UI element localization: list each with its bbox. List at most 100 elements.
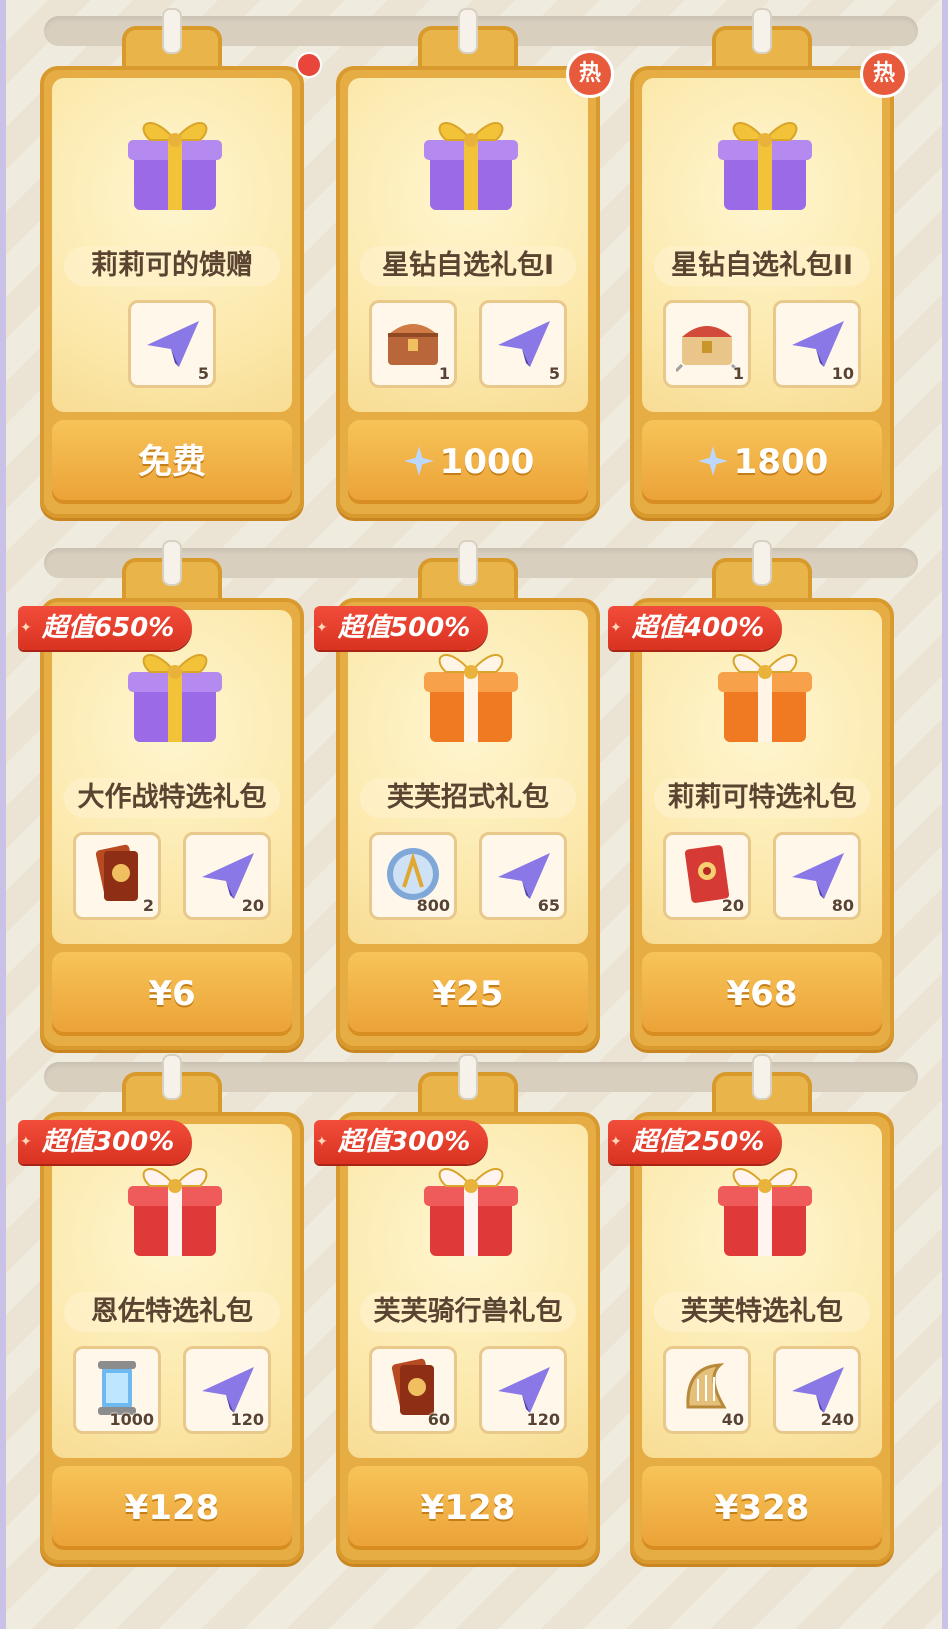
gift-box-icon	[416, 106, 526, 216]
buy-button[interactable]: ¥6	[52, 952, 292, 1036]
card-frame: 星钻自选礼包II 1 10 1800	[630, 66, 894, 518]
hanger-clip	[162, 540, 182, 586]
buy-button[interactable]: 免费	[52, 420, 292, 504]
reward-item[interactable]: 20	[663, 832, 751, 920]
buy-button[interactable]: ¥68	[642, 952, 882, 1036]
treasure-chest-icon	[388, 324, 438, 365]
value-ribbon: 超值650%	[18, 606, 193, 650]
notification-dot	[296, 52, 322, 78]
paper-plane-icon	[147, 321, 199, 367]
card-inner: 芙芙特选礼包 40 240	[642, 1124, 882, 1458]
gift-box-icon	[710, 1152, 820, 1262]
buy-button[interactable]: ¥25	[348, 952, 588, 1036]
card-inner: 星钻自选礼包II 1 10	[642, 78, 882, 412]
card-inner: 星钻自选礼包I 1 5	[348, 78, 588, 412]
gift-box-icon	[416, 638, 526, 748]
value-ribbon: 超值300%	[18, 1120, 193, 1164]
item-quantity: 1	[438, 364, 450, 383]
shop-page: 莉莉可的馈赠 5 免费 星钻自选礼包I 1 5 1000 热 星钻自选礼包II 1 10 1800…	[0, 0, 948, 1629]
hanger-clip	[458, 8, 478, 54]
hanger-clip	[752, 540, 772, 586]
card-inner: 芙芙招式礼包 800 65	[348, 610, 588, 944]
paper-plane-icon	[498, 321, 550, 367]
reward-item[interactable]: 20	[183, 832, 271, 920]
reward-item[interactable]: 120	[183, 1346, 271, 1434]
buy-button[interactable]: ¥328	[642, 1466, 882, 1550]
reward-item[interactable]: 800	[369, 832, 457, 920]
item-quantity: 65	[537, 896, 560, 915]
gift-pack-card[interactable]: 星钻自选礼包II 1 10 1800 热	[630, 8, 908, 518]
item-quantity: 120	[526, 1410, 560, 1429]
item-quantity: 5	[197, 364, 209, 383]
gift-pack-card[interactable]: 莉莉可的馈赠 5 免费	[40, 8, 322, 518]
gift-pack-card[interactable]: 芙芙招式礼包 800 65 ¥25 超值500%	[314, 540, 600, 1050]
gift-box-icon	[416, 1152, 526, 1262]
gift-pack-card[interactable]: 大作战特选礼包 2 20 ¥6 超值650%	[18, 540, 304, 1050]
hanger-clip	[458, 1054, 478, 1100]
item-quantity: 40	[721, 1410, 744, 1429]
star-diamond-icon	[403, 446, 434, 476]
reward-item[interactable]: 2	[73, 832, 161, 920]
item-quantity: 10	[831, 364, 854, 383]
pack-name: 芙芙特选礼包	[654, 1292, 870, 1332]
pack-items: 40 240	[642, 1346, 882, 1442]
price-label: ¥68	[726, 974, 798, 1014]
price-label: ¥328	[714, 1488, 810, 1528]
card-ticket-icon	[95, 844, 139, 901]
reward-item[interactable]: 240	[773, 1346, 861, 1434]
item-quantity: 80	[831, 896, 854, 915]
reward-item[interactable]: 5	[479, 300, 567, 388]
gift-pack-card[interactable]: 恩佐特选礼包 1000 120 ¥128 超值300%	[18, 1054, 304, 1564]
buy-button[interactable]: ¥128	[52, 1466, 292, 1550]
item-quantity: 800	[416, 896, 450, 915]
star-diamond-icon	[697, 446, 728, 476]
reward-item[interactable]: 80	[773, 832, 861, 920]
card-frame: 芙芙招式礼包 800 65 ¥25	[336, 598, 600, 1050]
pack-name: 恩佐特选礼包	[64, 1292, 280, 1332]
card-frame: 莉莉可的馈赠 5 免费	[40, 66, 304, 518]
price-label: 免费	[138, 442, 206, 482]
hanger-clip	[162, 8, 182, 54]
pack-items: 2 20	[52, 832, 292, 928]
item-quantity: 60	[427, 1410, 450, 1429]
gift-pack-card[interactable]: 莉莉可特选礼包 20 80 ¥68 超值400%	[608, 540, 894, 1050]
reward-item[interactable]: 1	[663, 300, 751, 388]
price-label: 1000	[439, 442, 535, 482]
buy-button[interactable]: 1000	[348, 420, 588, 504]
hot-badge: 热	[860, 50, 908, 98]
reward-item[interactable]: 1000	[73, 1346, 161, 1434]
card-inner: 大作战特选礼包 2 20	[52, 610, 292, 944]
value-ribbon: 超值300%	[314, 1120, 489, 1164]
price-label: ¥128	[420, 1488, 516, 1528]
hanger-clip	[162, 1054, 182, 1100]
hanger-clip	[752, 8, 772, 54]
reward-item[interactable]: 1	[369, 300, 457, 388]
buy-button[interactable]: 1800	[642, 420, 882, 504]
buy-button[interactable]: ¥128	[348, 1466, 588, 1550]
gift-pack-card[interactable]: 芙芙骑行兽礼包 60 120 ¥128 超值300%	[314, 1054, 600, 1564]
hot-badge: 热	[566, 50, 614, 98]
card-frame: 芙芙骑行兽礼包 60 120 ¥128	[336, 1112, 600, 1564]
item-quantity: 20	[241, 896, 264, 915]
value-ribbon: 超值400%	[608, 606, 783, 650]
card-frame: 星钻自选礼包I 1 5 1000	[336, 66, 600, 518]
value-ribbon: 超值250%	[608, 1120, 783, 1164]
pack-name: 莉莉可特选礼包	[654, 778, 870, 818]
reward-item[interactable]: 5	[128, 300, 216, 388]
reward-item[interactable]: 65	[479, 832, 567, 920]
pack-items: 1 10	[642, 300, 882, 396]
gift-box-icon	[120, 638, 230, 748]
gift-box-icon	[710, 638, 820, 748]
pack-name: 星钻自选礼包I	[360, 246, 576, 286]
gift-pack-card[interactable]: 星钻自选礼包I 1 5 1000 热	[336, 8, 614, 518]
pack-items: 60 120	[348, 1346, 588, 1442]
reward-item[interactable]: 40	[663, 1346, 751, 1434]
reward-item[interactable]: 60	[369, 1346, 457, 1434]
reward-item[interactable]: 10	[773, 300, 861, 388]
card-inner: 芙芙骑行兽礼包 60 120	[348, 1124, 588, 1458]
reward-item[interactable]: 120	[479, 1346, 567, 1434]
price-label: ¥6	[148, 974, 196, 1014]
gift-box-icon	[710, 106, 820, 216]
gift-pack-card[interactable]: 芙芙特选礼包 40 240 ¥328 超值250%	[608, 1054, 894, 1564]
price-label: ¥128	[124, 1488, 220, 1528]
